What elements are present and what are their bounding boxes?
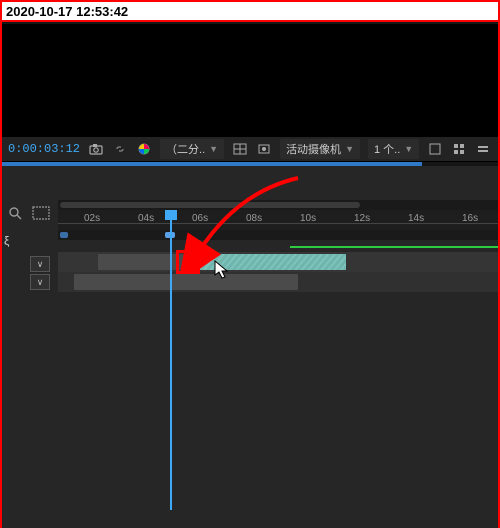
search-icon[interactable]	[6, 204, 24, 222]
timeline-zoom-bar[interactable]	[58, 200, 498, 210]
axis-label: ξ	[4, 234, 9, 248]
chevron-down-icon: ▼	[404, 144, 413, 154]
cached-frames-indicator	[290, 246, 498, 248]
chevron-down-icon: ▼	[345, 144, 354, 154]
mouse-cursor	[214, 260, 232, 280]
region-icon[interactable]	[30, 204, 52, 222]
views-dropdown[interactable]: 1 个.. ▼	[368, 139, 419, 159]
overlay-timestamp: 2020-10-17 12:53:42	[2, 2, 498, 22]
annotation-highlight-box	[176, 250, 200, 274]
work-area-bar[interactable]	[58, 230, 498, 240]
zoom-thumb[interactable]	[60, 202, 360, 208]
link-icon[interactable]	[112, 141, 128, 157]
views-label: 1 个..	[374, 141, 400, 157]
grid-icon[interactable]	[451, 141, 467, 157]
playhead[interactable]	[170, 210, 172, 510]
layer-track-2[interactable]	[58, 272, 498, 292]
settings-icon[interactable]	[475, 141, 491, 157]
panel-gap	[2, 166, 498, 200]
clip-layer-2[interactable]	[74, 274, 298, 290]
layer-expand-1[interactable]: ∨	[30, 256, 50, 272]
layer-track-1[interactable]	[58, 252, 498, 272]
guides-icon[interactable]	[232, 141, 248, 157]
layer-expand-2[interactable]: ∨	[30, 274, 50, 290]
camera-dropdown[interactable]: 活动摄像机 ▼	[280, 139, 360, 159]
mask-icon[interactable]	[256, 141, 272, 157]
work-area-start[interactable]	[60, 232, 68, 238]
current-timecode[interactable]: 0:00:03:12	[8, 142, 80, 156]
chevron-down-icon: ▼	[209, 144, 218, 154]
viewer-toolbar: 0:00:03:12 （二分.. ▼ 活动摄像机 ▼ 1 个.. ▼	[2, 136, 498, 162]
resolution-label: （二分..	[166, 141, 205, 157]
playhead-cap[interactable]	[165, 210, 177, 220]
timeline-panel: 02s 04s 06s 08s 10s 12s 14s 16s	[58, 200, 498, 528]
preview-viewport[interactable]	[2, 24, 498, 136]
resolution-dropdown[interactable]: （二分.. ▼	[160, 139, 224, 159]
camera-icon[interactable]	[88, 141, 104, 157]
box-icon[interactable]	[427, 141, 443, 157]
color-wheel-icon[interactable]	[136, 141, 152, 157]
timeline-left-column: ξ ∨ ∨	[2, 200, 58, 528]
time-ruler[interactable]: 02s 04s 06s 08s 10s 12s 14s 16s	[58, 210, 498, 230]
ruler-baseline	[58, 223, 498, 230]
camera-label: 活动摄像机	[286, 141, 341, 157]
